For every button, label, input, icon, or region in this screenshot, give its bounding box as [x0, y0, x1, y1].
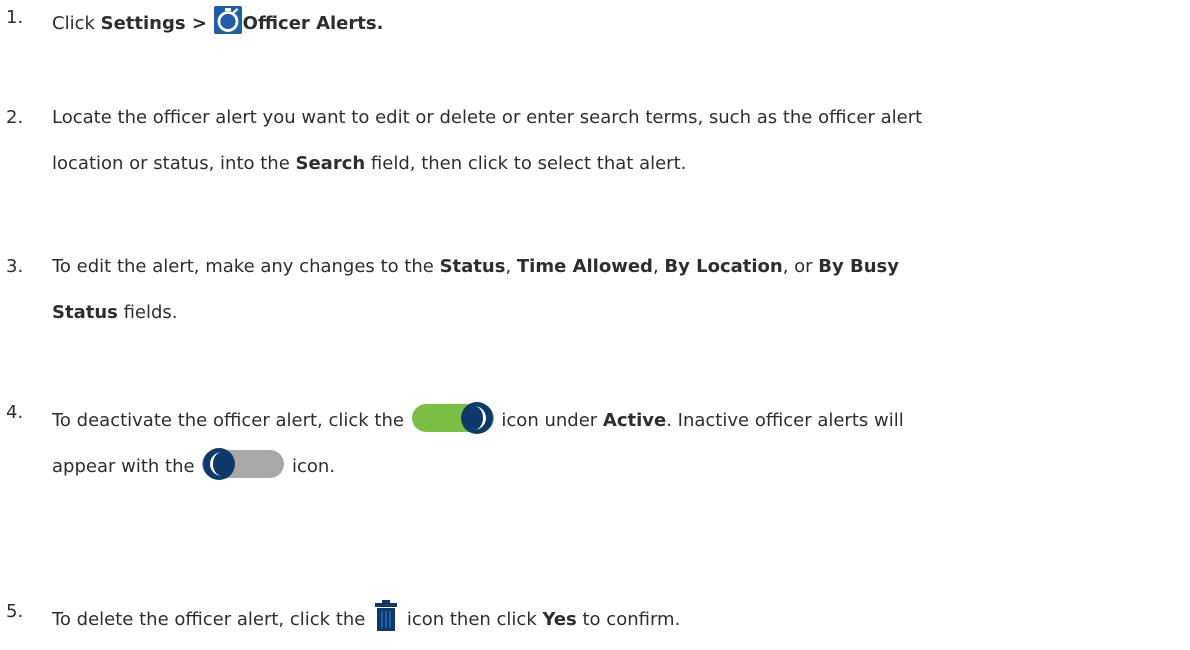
settings-label: Settings > — [100, 13, 207, 34]
step-text: icon then click — [406, 609, 543, 630]
time-allowed-label: Time Allowed — [516, 256, 653, 277]
toggle-on-icon — [411, 402, 494, 434]
step-number: 2. — [6, 107, 24, 128]
step-number: 3. — [6, 256, 24, 277]
by-location-label: By Location — [664, 256, 783, 277]
step-text: To edit the alert, make any changes to t… — [52, 256, 440, 277]
step-number: 1. — [6, 7, 24, 28]
officer-alerts-label: Officer Alerts. — [242, 13, 384, 34]
separator: , — [505, 256, 517, 277]
step-1-line: Click Settings > Officer Alerts. — [52, 6, 383, 36]
yes-label: Yes — [542, 609, 577, 630]
separator: , — [652, 256, 665, 277]
step-3-line-1: To edit the alert, make any changes to t… — [52, 255, 899, 279]
step-text: appear with the — [52, 456, 201, 477]
step-text: To deactivate the officer alert, click t… — [52, 410, 410, 431]
stopwatch-icon — [213, 6, 242, 34]
active-label: Active — [602, 410, 667, 431]
toggle-off-icon — [202, 448, 285, 480]
step-5-line-1: To delete the officer alert, click the i… — [52, 600, 680, 632]
step-text: To delete the officer alert, click the — [52, 609, 372, 630]
step-text: to confirm. — [576, 609, 681, 630]
step-number: 4. — [6, 402, 24, 423]
step-text: icon. — [292, 456, 336, 477]
step-text: field, then click to select that alert. — [365, 153, 687, 174]
status-label: Status — [52, 302, 118, 323]
step-2-line-1: Locate the officer alert you want to edi… — [52, 107, 923, 128]
step-text: Click — [52, 13, 101, 34]
step-text: fields. — [117, 302, 178, 323]
by-busy-label: By Busy — [818, 256, 899, 277]
step-text: location or status, into the — [52, 153, 296, 174]
step-3-line-2: Status fields. — [52, 301, 178, 325]
status-label: Status — [439, 256, 506, 277]
separator: , or — [782, 256, 819, 277]
step-text: . Inactive officer alerts will — [666, 410, 904, 431]
step-2-line-2: location or status, into the Search fiel… — [52, 152, 686, 176]
step-text: icon under — [501, 410, 603, 431]
step-4-line-1: To deactivate the officer alert, click t… — [52, 401, 904, 435]
step-number: 5. — [6, 601, 24, 622]
search-label: Search — [295, 153, 366, 174]
step-4-line-2: appear with the icon. — [52, 447, 335, 481]
trash-icon — [375, 600, 398, 631]
